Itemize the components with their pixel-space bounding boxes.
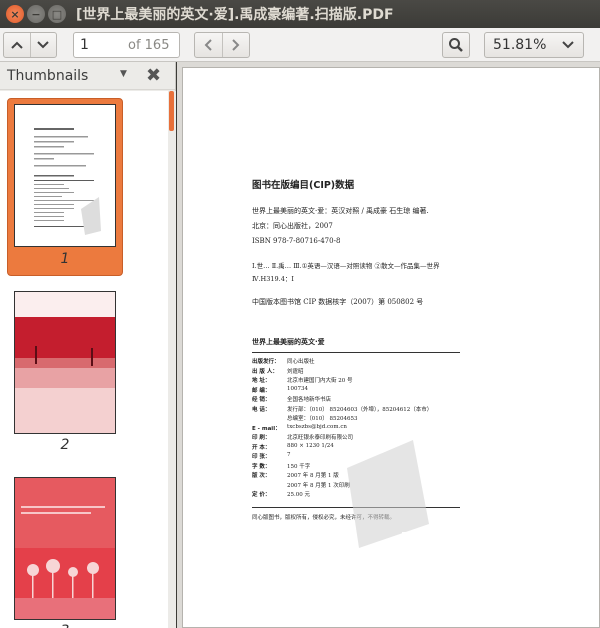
cip-line-5: Ⅳ.H319.4：Ⅰ [252,275,294,283]
maximize-icon: □ [51,7,63,21]
page-number-input[interactable] [80,37,122,53]
thumbnail-3-content [15,478,115,619]
search-button[interactable] [442,32,470,58]
previous-page-button[interactable] [4,33,30,57]
info-row-value: 150 千字 [287,463,311,470]
info-row-value: 7 [287,452,291,458]
sidebar-scrollbar-thumb[interactable] [169,91,174,131]
info-row-key: 字 数： [252,463,271,470]
zoom-select[interactable]: 51.81% [484,32,584,58]
thumbnail-label-2: 2 [60,437,70,453]
maximize-window-button[interactable]: □ [48,5,66,23]
info-row-value: 北京市建国门内大街 20 号 [287,378,353,384]
history-forward-button[interactable] [221,33,249,57]
chevron-left-icon [205,39,213,51]
info-row-key: 印 刷： [252,435,271,441]
thumbnail-page-3[interactable] [14,477,116,620]
thumbnail-page-2[interactable] [14,291,116,434]
info-row-value: 880 × 1230 1/24 [287,442,334,449]
sidebar-close-icon[interactable]: ✖ [146,65,161,86]
close-icon: × [10,7,20,21]
info-row-key: 经 销： [252,397,271,403]
info-row-value: 2007 年 8 月第 1 版 [287,473,339,479]
info-row-value: 同心出版社 [287,359,315,365]
thumbnail-page-1[interactable] [14,104,116,247]
thumbnail-list[interactable]: 1 2 [0,91,168,628]
cip-line-2: 北京：同心出版社，2007 [252,222,333,230]
info-row-value: 发行部：（010） 85204603（外埠），85204612（本市） [287,406,433,413]
chevron-right-icon [232,39,240,51]
cip-line-3: ISBN 978-7-80716-470-8 [252,237,341,245]
thumbnail-2-content [15,292,115,433]
sidebar-header: Thumbnails ▼ ✖ [0,62,175,90]
info-row-key: E - mail： [252,425,281,432]
sidebar-mode-dropdown-icon[interactable]: ▼ [120,69,127,79]
thumbnail-1-content [34,128,101,235]
thumbnail-label-1: 1 [60,251,70,267]
search-icon [449,38,463,52]
close-window-button[interactable]: × [6,5,24,23]
page-number-box: of 165 [73,32,180,58]
window-title: [世界上最美丽的英文·爱].禹成豪编著.扫描版.PDF [76,7,394,23]
thumbnail-label-3: 3 [14,623,116,628]
page-count-label: of 165 [128,37,170,53]
cip-number: 中国版本图书馆 CIP 数据核字（2007）第 050802 号 [252,298,424,306]
minimize-icon: − [31,7,41,21]
next-page-button[interactable] [29,33,56,57]
info-row-value: 100734 [287,385,308,392]
book-title: 世界上最美丽的英文·爱 [252,338,325,346]
title-divider [252,352,460,353]
info-row-key: 电 话： [252,406,271,413]
info-row-key: 版 次： [252,473,271,479]
cip-line-1: 世界上最美丽的英文·爱：英汉对照 / 禹成豪 石生琼 编著. [252,207,429,215]
cip-title: 图书在版编目(CIP)数据 [252,180,355,191]
pdg-watermark-stamp: PDG [347,440,429,548]
sidebar-mode-label[interactable]: Thumbnails [7,68,88,84]
chevron-down-icon [37,41,50,49]
info-row-key: 开 本： [252,444,271,451]
page-nav-group [3,32,57,58]
info-row-key: 定 价： [252,492,271,498]
history-nav-group [194,32,250,58]
info-row-value: 总编室：（010） 85204653 [287,416,358,422]
title-bar: × − □ [世界上最美丽的英文·爱].禹成豪编著.扫描版.PDF [0,0,600,28]
info-row-key: 地 址： [252,378,271,384]
sidebar: Thumbnails ▼ ✖ 1 2 [0,62,176,628]
history-back-button[interactable] [195,33,222,57]
info-row-value: 全国各地新华书店 [287,397,332,403]
watermark-text: PDG [401,530,425,543]
info-row-value: 25.00 元 [287,492,310,498]
info-row-key: 邮 编： [252,387,271,394]
info-row-value: 刘霆昭 [287,368,304,375]
toolbar: of 165 51.81% [0,28,600,62]
document-view[interactable]: 图书在版编目(CIP)数据 世界上最美丽的英文·爱：英汉对照 / 禹成豪 石生琼… [177,62,600,628]
document-page: 图书在版编目(CIP)数据 世界上最美丽的英文·爱：英汉对照 / 禹成豪 石生琼… [182,67,600,628]
sidebar-scrollbar[interactable] [168,91,176,628]
minimize-window-button[interactable]: − [27,5,45,23]
zoom-value: 51.81% [493,37,547,53]
info-row-key: 印 张： [252,454,271,460]
info-row-key: 出 版 人： [252,368,278,375]
info-row-key: 出版发行： [252,359,280,365]
chevron-up-icon [11,41,23,49]
dropdown-arrow-icon [562,41,574,49]
cip-line-4: Ⅰ.世… Ⅱ.禹… Ⅲ.①英语—汉语—对照读物 ②散文—作品集—世界 [252,262,440,270]
